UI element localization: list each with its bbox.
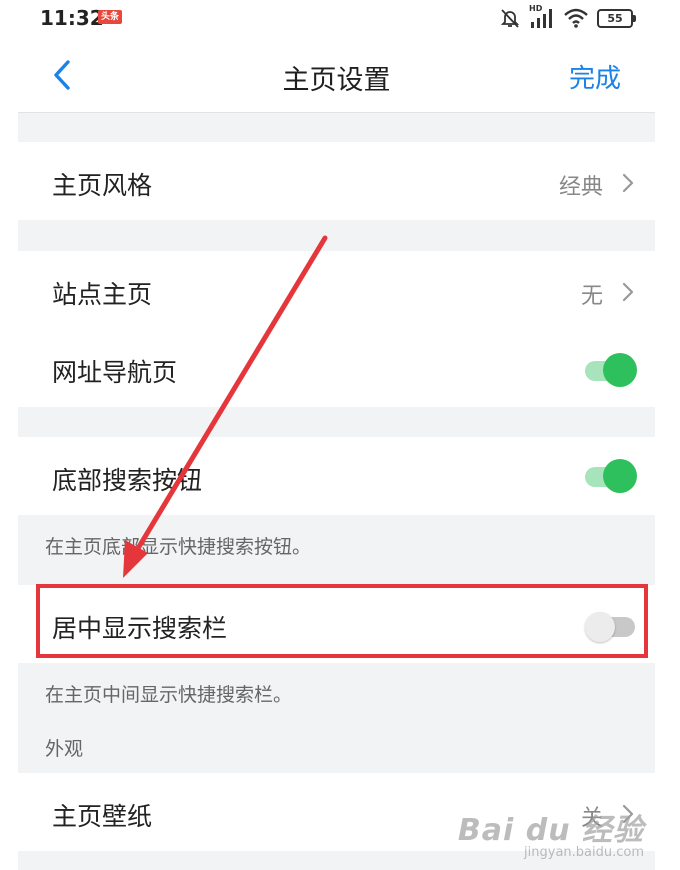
setting-home-style[interactable]: 主页风格 经典: [18, 142, 655, 220]
toggle-knob: [585, 612, 615, 642]
center-search-note: 在主页中间显示快捷搜索栏。: [45, 684, 293, 706]
setting-label: 主页风格: [52, 171, 153, 200]
wifi-icon: [564, 8, 588, 28]
setting-label: 居中显示搜索栏: [52, 614, 228, 643]
status-icons: HD 55: [499, 4, 636, 30]
app-badge: 头条: [98, 10, 123, 24]
setting-label: 站点主页: [52, 280, 153, 309]
mute-bell-icon: [500, 9, 520, 28]
chevron-right-icon: [622, 804, 634, 824]
setting-center-search: 居中显示搜索栏: [18, 585, 655, 663]
page-title: 主页设置: [282, 65, 391, 96]
status-time: 11:32: [40, 6, 104, 30]
done-button[interactable]: 完成: [569, 58, 621, 95]
setting-value: 经典: [558, 175, 603, 200]
url-nav-toggle[interactable]: [585, 351, 637, 387]
setting-value: 关: [580, 806, 603, 831]
toggle-knob: [603, 353, 637, 387]
setting-wallpaper[interactable]: 主页壁纸 关: [18, 773, 655, 851]
toggle-knob: [603, 459, 637, 493]
setting-bottom-search: 底部搜索按钮: [18, 437, 655, 515]
chevron-right-icon: [622, 173, 634, 193]
battery-icon: 55: [597, 8, 636, 28]
setting-url-nav: 网址导航页: [18, 329, 655, 407]
phone-screen: 11:32 头条 HD 55 主页设置 完成 主页风格 经典 站点主页 无 网址…: [18, 0, 655, 870]
status-bar: 11:32 头条 HD 55: [18, 0, 655, 38]
center-search-toggle[interactable]: [585, 607, 637, 643]
section-title-appearance: 外观: [45, 738, 84, 760]
setting-label: 主页壁纸: [52, 802, 153, 831]
chevron-right-icon: [622, 282, 634, 302]
top-app-bar: 主页设置 完成: [18, 38, 655, 113]
setting-label: 网址导航页: [52, 358, 178, 387]
setting-site-home[interactable]: 站点主页 无: [18, 251, 655, 329]
setting-label: 底部搜索按钮: [52, 466, 203, 495]
setting-value: 无: [580, 284, 603, 309]
signal-icon: HD: [529, 4, 555, 29]
bottom-search-note: 在主页底部显示快捷搜索按钮。: [45, 536, 312, 558]
bottom-search-toggle[interactable]: [585, 457, 637, 493]
